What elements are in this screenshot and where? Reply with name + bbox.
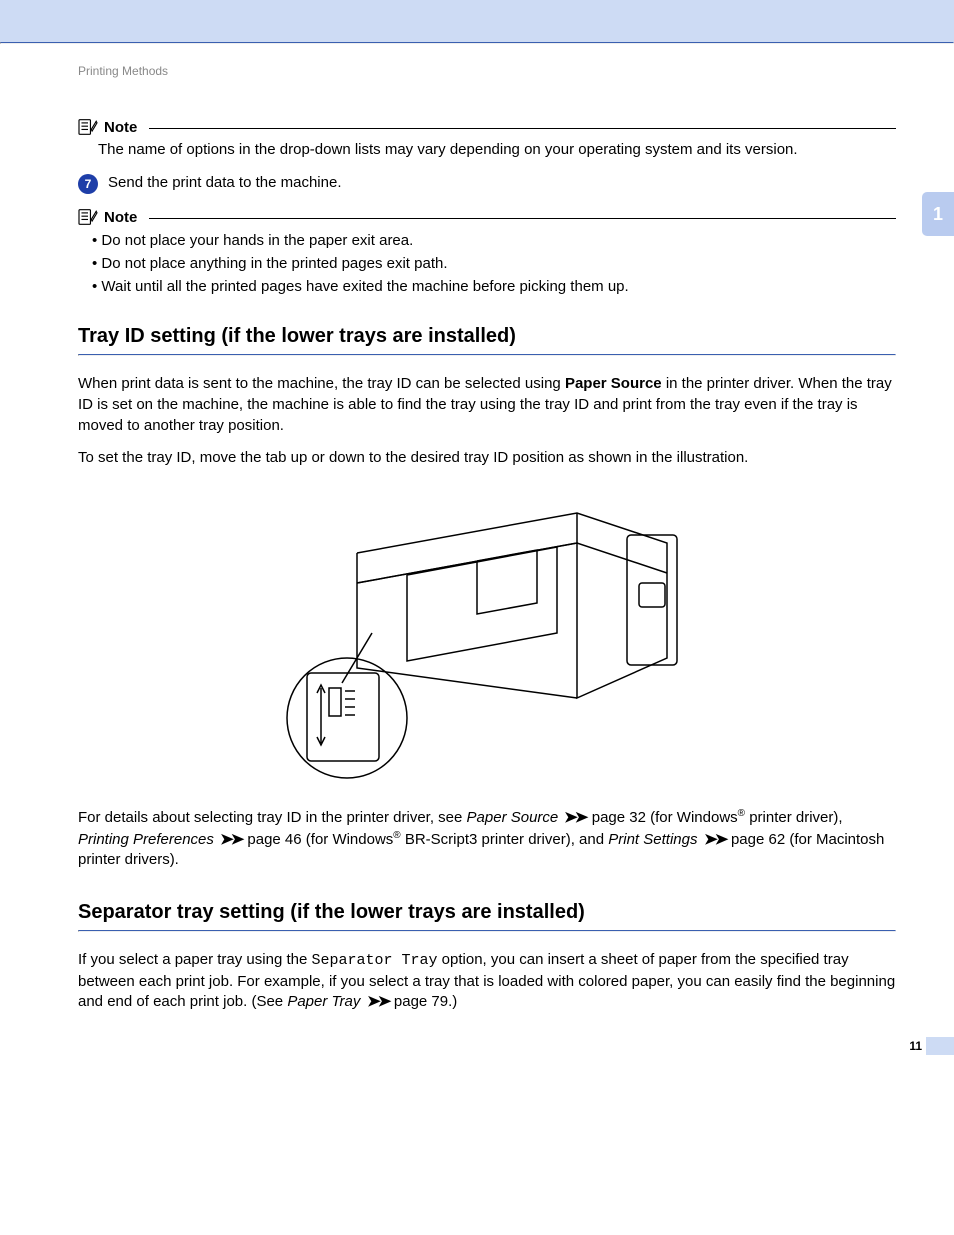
link-text[interactable]: Paper Source [467,809,559,826]
page-number: 11 [909,1039,922,1053]
paragraph: For details about selecting tray ID in t… [78,807,896,871]
text: page 46 (for Windows [243,831,393,848]
text: page 79.) [390,993,458,1010]
double-arrow-icon: ➤➤ [220,830,241,851]
double-arrow-icon: ➤➤ [704,830,725,851]
double-arrow-icon: ➤➤ [564,808,585,829]
note-icon [78,118,98,136]
note-rule [149,218,896,219]
list-item: Wait until all the printed pages have ex… [92,278,896,295]
section-rule [78,930,896,932]
breadcrumb: Printing Methods [78,64,896,78]
page-content: 1 Printing Methods Note The name of opti… [0,44,954,1065]
note-label: Note [104,119,137,136]
chapter-tab: 1 [922,192,954,236]
link-text[interactable]: Printing Preferences [78,831,214,848]
paragraph: If you select a paper tray using the Sep… [78,950,896,1013]
text: For details about selecting tray ID in t… [78,809,467,826]
list-item: Do not place your hands in the paper exi… [92,232,896,249]
link-text[interactable]: Paper Tray [287,993,360,1010]
note-body: The name of options in the drop-down lis… [98,140,896,160]
text: page 32 (for Windows [588,809,738,826]
note-heading: Note [78,118,896,136]
option-name: Separator Tray [311,952,437,969]
note-label: Note [104,209,137,226]
note-rule [149,128,896,129]
link-text[interactable]: Print Settings [608,831,697,848]
bold-text: Paper Source [565,375,662,392]
text: If you select a paper tray using the [78,951,311,968]
registered-mark: ® [393,830,400,841]
section-rule [78,354,896,356]
text: When print data is sent to the machine, … [78,375,565,392]
note-icon [78,208,98,226]
section-heading-tray-id: Tray ID setting (if the lower trays are … [78,325,896,348]
section-heading-separator: Separator tray setting (if the lower tra… [78,901,896,924]
registered-mark: ® [738,808,745,819]
header-band [0,0,954,42]
paragraph: To set the tray ID, move the tab up or d… [78,448,896,469]
page-number-band [926,1037,954,1055]
tray-illustration [78,483,896,787]
step-number-badge: 7 [78,174,98,194]
list-item: Do not place anything in the printed pag… [92,255,896,272]
note-heading: Note [78,208,896,226]
note-bullet-list: Do not place your hands in the paper exi… [92,232,896,295]
paragraph: When print data is sent to the machine, … [78,374,896,436]
text: printer driver), [745,809,843,826]
double-arrow-icon: ➤➤ [367,992,388,1013]
text: BR-Script3 printer driver), and [401,831,609,848]
step-text: Send the print data to the machine. [108,174,342,191]
step-7: 7 Send the print data to the machine. [78,174,896,194]
